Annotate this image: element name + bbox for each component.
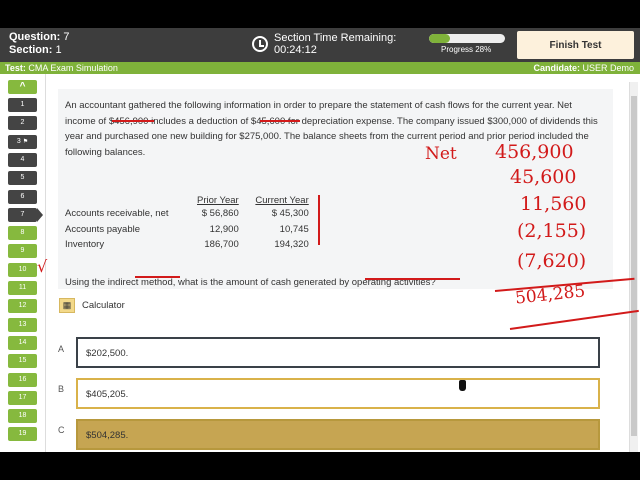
option-letter: B xyxy=(58,384,65,394)
nav-question-15[interactable]: 15 xyxy=(8,354,37,369)
test-label: Test: xyxy=(5,63,26,73)
nav-question-2[interactable]: 2 xyxy=(8,116,37,131)
table-cell: $ 45,300 xyxy=(271,208,309,220)
nav-question-3[interactable]: 3 ⚑ xyxy=(8,134,37,149)
annotation-underline xyxy=(365,278,460,280)
table-header: Prior Year xyxy=(197,195,239,206)
table-cell: Inventory xyxy=(65,239,105,251)
option-a[interactable]: $202,500. xyxy=(76,337,600,368)
timer-value: 00:24:12 xyxy=(274,44,317,56)
nav-question-16[interactable]: 16 xyxy=(8,372,37,387)
option-letter: C xyxy=(58,425,65,435)
option-b[interactable]: $405,205. xyxy=(76,378,600,409)
annotation-line: (7,620) xyxy=(517,250,587,272)
table-cell: 186,700 xyxy=(204,239,239,251)
option-c[interactable]: $504,285. xyxy=(76,419,600,450)
nav-question-6[interactable]: 6 xyxy=(8,189,37,204)
nav-question-12[interactable]: 12 xyxy=(8,299,37,314)
nav-question-1[interactable]: 1 xyxy=(8,98,37,112)
progress-bar xyxy=(429,34,505,43)
annotation-underline xyxy=(135,276,180,278)
section-number: 1 xyxy=(55,44,62,56)
table-cell: Accounts payable xyxy=(65,223,140,235)
table-cell: 10,745 xyxy=(279,223,309,235)
flag-icon: ⚑ xyxy=(22,138,29,145)
annotation-underline xyxy=(260,120,300,122)
table-cell: $ 56,860 xyxy=(201,208,239,220)
annotation-line: 45,600 xyxy=(510,166,577,188)
timer: Section Time Remaining: 00:24:12 xyxy=(252,32,396,56)
progress-fill xyxy=(429,34,451,43)
annotation-line: (2,155) xyxy=(517,220,587,242)
candidate-label: Candidate: xyxy=(533,63,580,73)
nav-question-13[interactable]: 13 xyxy=(8,317,37,332)
option-letter: A xyxy=(58,344,65,354)
question-number: 7 xyxy=(63,31,70,43)
mouse-cursor xyxy=(459,380,466,391)
table-header: Current Year xyxy=(255,195,309,206)
calculator-icon: ▦ xyxy=(59,298,75,313)
test-name: CMA Exam Simulation xyxy=(28,63,118,73)
finish-test-button[interactable]: Finish Test xyxy=(517,31,634,59)
table-row: Accounts receivable, net $ 56,860 $ 45,300 xyxy=(65,207,309,223)
nav-question-9[interactable]: 9 xyxy=(8,244,37,259)
clock-icon xyxy=(252,36,268,52)
nav-question-14[interactable]: 14 xyxy=(8,335,37,350)
nav-question-11[interactable]: 11 xyxy=(8,281,37,295)
table-row: Accounts payable 12,900 10,745 xyxy=(65,223,309,239)
nav-question-7[interactable]: 7 xyxy=(8,207,43,222)
test-info-bar: Test: CMA Exam Simulation Candidate: USE… xyxy=(0,62,640,74)
scrollbar[interactable] xyxy=(629,82,638,452)
annotation-underline xyxy=(112,120,154,122)
table-cell: Accounts receivable, net xyxy=(65,208,169,220)
annotation-line: 11,560 xyxy=(520,193,587,215)
question-label: Question: xyxy=(9,31,61,43)
question-info: Question: 7 Section: 1 xyxy=(9,31,70,57)
balances-table: Prior Year Current Year Accounts receivab… xyxy=(65,195,309,254)
calculator-button[interactable]: ▦ Calculator xyxy=(59,298,125,313)
table-cell: 12,900 xyxy=(209,223,239,235)
scrollbar-thumb[interactable] xyxy=(631,96,637,436)
exam-header: Question: 7 Section: 1 Section Time Rema… xyxy=(0,28,640,62)
nav-question-18[interactable]: 18 xyxy=(8,409,37,424)
nav-question-8[interactable]: 8 xyxy=(8,226,37,241)
nav-question-10[interactable]: 10 xyxy=(8,262,37,277)
nav-question-19[interactable]: 19 xyxy=(8,427,37,442)
nav-question-4[interactable]: 4 xyxy=(8,152,37,167)
timer-label: Section Time Remaining: xyxy=(274,32,397,44)
nav-up-button[interactable]: ^ xyxy=(8,80,37,94)
table-cell: 194,320 xyxy=(274,239,309,251)
annotation-net: Net xyxy=(425,144,457,164)
table-header xyxy=(65,195,187,207)
annotation-bracket xyxy=(318,195,320,245)
progress-label: Progress 28% xyxy=(441,45,492,54)
nav-question-17[interactable]: 17 xyxy=(8,390,37,405)
annotation-line: 456,900 xyxy=(495,141,574,163)
candidate-name: USER Demo xyxy=(582,63,634,73)
section-label: Section: xyxy=(9,44,53,56)
nav-question-5[interactable]: 5 xyxy=(8,171,37,186)
calculator-label: Calculator xyxy=(82,300,125,311)
table-row: Inventory 186,700 194,320 xyxy=(65,238,309,254)
annotation-check: √ xyxy=(37,257,48,276)
